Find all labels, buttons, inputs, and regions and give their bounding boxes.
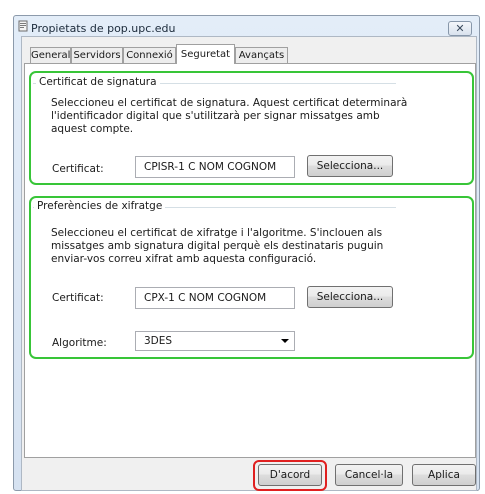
encryption-highlight-box <box>29 196 474 359</box>
tab-avancats[interactable]: Avançats <box>235 47 288 63</box>
tab-servidors[interactable]: Servidors <box>71 47 123 63</box>
tab-general[interactable]: General <box>30 47 71 63</box>
cancel-button[interactable]: Cancel·la <box>335 464 403 486</box>
window-title: Propietats de pop.upc.edu <box>31 22 176 35</box>
account-properties-icon <box>18 20 28 32</box>
tab-seguretat[interactable]: Seguretat <box>176 44 235 64</box>
tab-connexio[interactable]: Connexió <box>123 47 176 63</box>
signing-highlight-box <box>29 71 474 185</box>
close-icon[interactable]: ✕ <box>448 21 472 36</box>
ok-button-highlight <box>253 460 327 491</box>
apply-button[interactable]: Aplica <box>412 464 476 486</box>
